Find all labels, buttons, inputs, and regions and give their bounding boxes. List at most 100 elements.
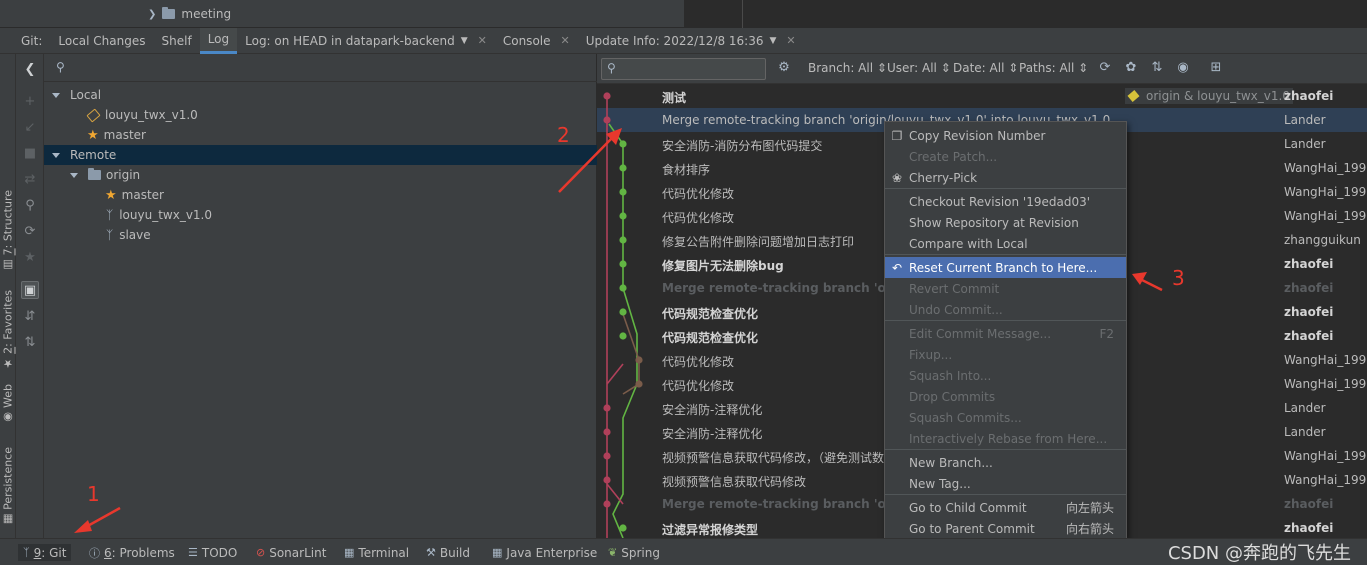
menu-item-label: New Tag... [909,476,971,491]
tab-update-info[interactable]: Update Info: 2022/12/8 16:36 ▼ ✕ [578,28,804,54]
update-icon[interactable]: ↙ [21,118,39,136]
branch-group-remote[interactable]: Remote [44,145,597,165]
persistence-tool-button[interactable]: ▦ Persistence [0,447,16,526]
spring-tool-button[interactable]: ❦ Spring [608,544,660,561]
tab-shelf[interactable]: Shelf [154,28,200,54]
shortcut-number: 9 [33,545,42,560]
commit-author: WangHai_1998 [1284,209,1367,223]
menu-item: Drop Commits [885,386,1126,407]
commit-author: Lander [1284,401,1326,415]
branch-item[interactable]: ᛉ louyu_twx_v1.0 [44,205,597,225]
menu-item-label: Edit Commit Message... [909,326,1052,341]
menu-item[interactable]: New Tag... [885,473,1126,494]
commit-subject: Merge remote-tracking branch 'origin [662,497,918,511]
tab-log-head[interactable]: Log: on HEAD in datapark-backend ▼ ✕ [237,28,495,54]
branch-group-local[interactable]: Local [44,85,597,105]
menu-item[interactable]: Compare with Local [885,233,1126,254]
group-by-icon[interactable]: ▣ [21,281,39,299]
favorites-tool-button[interactable]: ★ 2: Favorites [0,290,16,370]
dropdown-icon[interactable]: ▼ [461,36,468,46]
todo-tool-button[interactable]: ☰ TODO [188,544,237,561]
branch-label: louyu_twx_v1.0 [105,108,198,122]
refresh-icon[interactable]: ⟳ [1097,60,1113,76]
commit-row[interactable]: 测试 origin & louyu_twx_v1.0 zhaofei [597,84,1367,108]
commit-node [635,356,643,364]
close-icon[interactable]: ✕ [561,34,570,47]
tab-label: Local Changes [58,33,146,48]
log-toolbar: ⚲ ⚙ Branch: All ⇕ User: All ⇕ Date: All … [597,54,1367,84]
hammer-icon: ⚒ [426,546,436,559]
commit-node [619,332,627,340]
terminal-tool-button[interactable]: ▦ Terminal [344,544,409,561]
structure-tool-button[interactable]: ▤ 7: Structure [0,190,16,271]
branch-item[interactable]: ★ master [44,125,597,145]
settings-icon[interactable]: ⚙ [776,60,792,76]
filter-label: User: All [887,61,937,75]
menu-item[interactable]: Go to Parent Commit 向右箭头 [885,518,1126,539]
web-tool-button[interactable]: ◉ Web [0,384,16,424]
paths-filter[interactable]: Paths: All ⇕ [1019,61,1088,75]
collapse-all-icon[interactable]: ⇅ [21,333,39,351]
new-tab-icon[interactable]: ⊞ [1208,60,1224,76]
dropdown-icon[interactable]: ▼ [770,36,777,46]
menu-item-label: Go to Parent Commit [909,521,1035,536]
branch-item[interactable]: ★ master [44,185,597,205]
git-tool-button[interactable]: ᛉ 9: Git [18,544,72,561]
add-icon[interactable]: + [21,92,39,110]
branch-search-bar[interactable]: ⚲ [44,54,597,82]
tab-local-changes[interactable]: Local Changes [50,28,153,54]
menu-item: Squash Into... [885,365,1126,386]
menu-item[interactable]: Checkout Revision '19edad03' [885,191,1126,212]
menu-item: Undo Commit... [885,299,1126,320]
menu-separator [885,449,1126,450]
expand-all-icon[interactable]: ⇵ [21,307,39,325]
tab-console[interactable]: Console ✕ [495,28,578,54]
menu-item[interactable]: Show Repository at Revision [885,212,1126,233]
tag-icon [1127,90,1140,102]
remote-label: origin [106,168,141,182]
menu-item: Squash Commits... [885,407,1126,428]
search-icon[interactable]: ⚲ [21,196,39,214]
date-filter[interactable]: Date: All ⇕ [953,61,1018,75]
favorite-icon[interactable]: ★ [21,248,39,266]
menu-item[interactable]: ❐ Copy Revision Number [885,125,1126,146]
tab-log[interactable]: Log [199,27,238,54]
sonarlint-tool-button[interactable]: ⊘ SonarLint [256,544,326,561]
tab-label: Console [502,33,551,48]
compare-icon[interactable]: ⇄ [21,170,39,188]
annotation-label-3: 3 [1172,266,1185,290]
annotation-label-2: 2 [557,123,570,147]
commit-node [619,284,627,292]
cherry-pick-icon[interactable]: ✿ [1123,60,1139,76]
menu-item[interactable]: New Branch... [885,452,1126,473]
star-icon: ★ [87,127,99,143]
delete-icon[interactable]: ■ [21,144,39,162]
commit-subject: 安全消防-注释优化 [662,427,763,441]
branch-item[interactable]: louyu_twx_v1.0 [44,105,597,125]
chevron-down-icon [52,92,60,98]
menu-item-label: Reset Current Branch to Here... [909,260,1098,275]
eye-icon[interactable]: ◉ [1175,60,1191,76]
java-enterprise-tool-button[interactable]: ▦ Java Enterprise [492,544,597,561]
divider [742,0,743,28]
close-icon[interactable]: ✕ [478,34,487,47]
search-icon: ⚲ [607,61,616,75]
commit-author: Lander [1284,425,1326,439]
log-search-input[interactable]: ⚲ [601,58,766,80]
branch-filter[interactable]: Branch: All ⇕ [808,61,887,75]
branch-item[interactable]: ᛉ slave [44,225,597,245]
sort-icon[interactable]: ⇅ [1149,60,1165,76]
commit-subject: 过滤异常报修类型 [662,523,759,537]
close-icon[interactable]: ✕ [786,34,795,47]
menu-item[interactable]: ↶ Reset Current Branch to Here... [885,257,1126,278]
user-filter[interactable]: User: All ⇕ [887,61,951,75]
collapse-panel-icon[interactable]: ❮ [21,60,39,78]
commit-node [603,428,611,436]
remote-origin[interactable]: origin [44,165,597,185]
menu-item[interactable]: Go to Child Commit 向左箭头 [885,497,1126,518]
menu-item[interactable]: ❀ Cherry-Pick [885,167,1126,188]
refresh-icon[interactable]: ⟳ [21,222,39,240]
tree-item-meeting[interactable]: ❯ meeting [148,6,231,22]
problems-tool-button[interactable]: ⓘ 6: Problems [89,544,175,561]
build-tool-button[interactable]: ⚒ Build [426,544,470,561]
